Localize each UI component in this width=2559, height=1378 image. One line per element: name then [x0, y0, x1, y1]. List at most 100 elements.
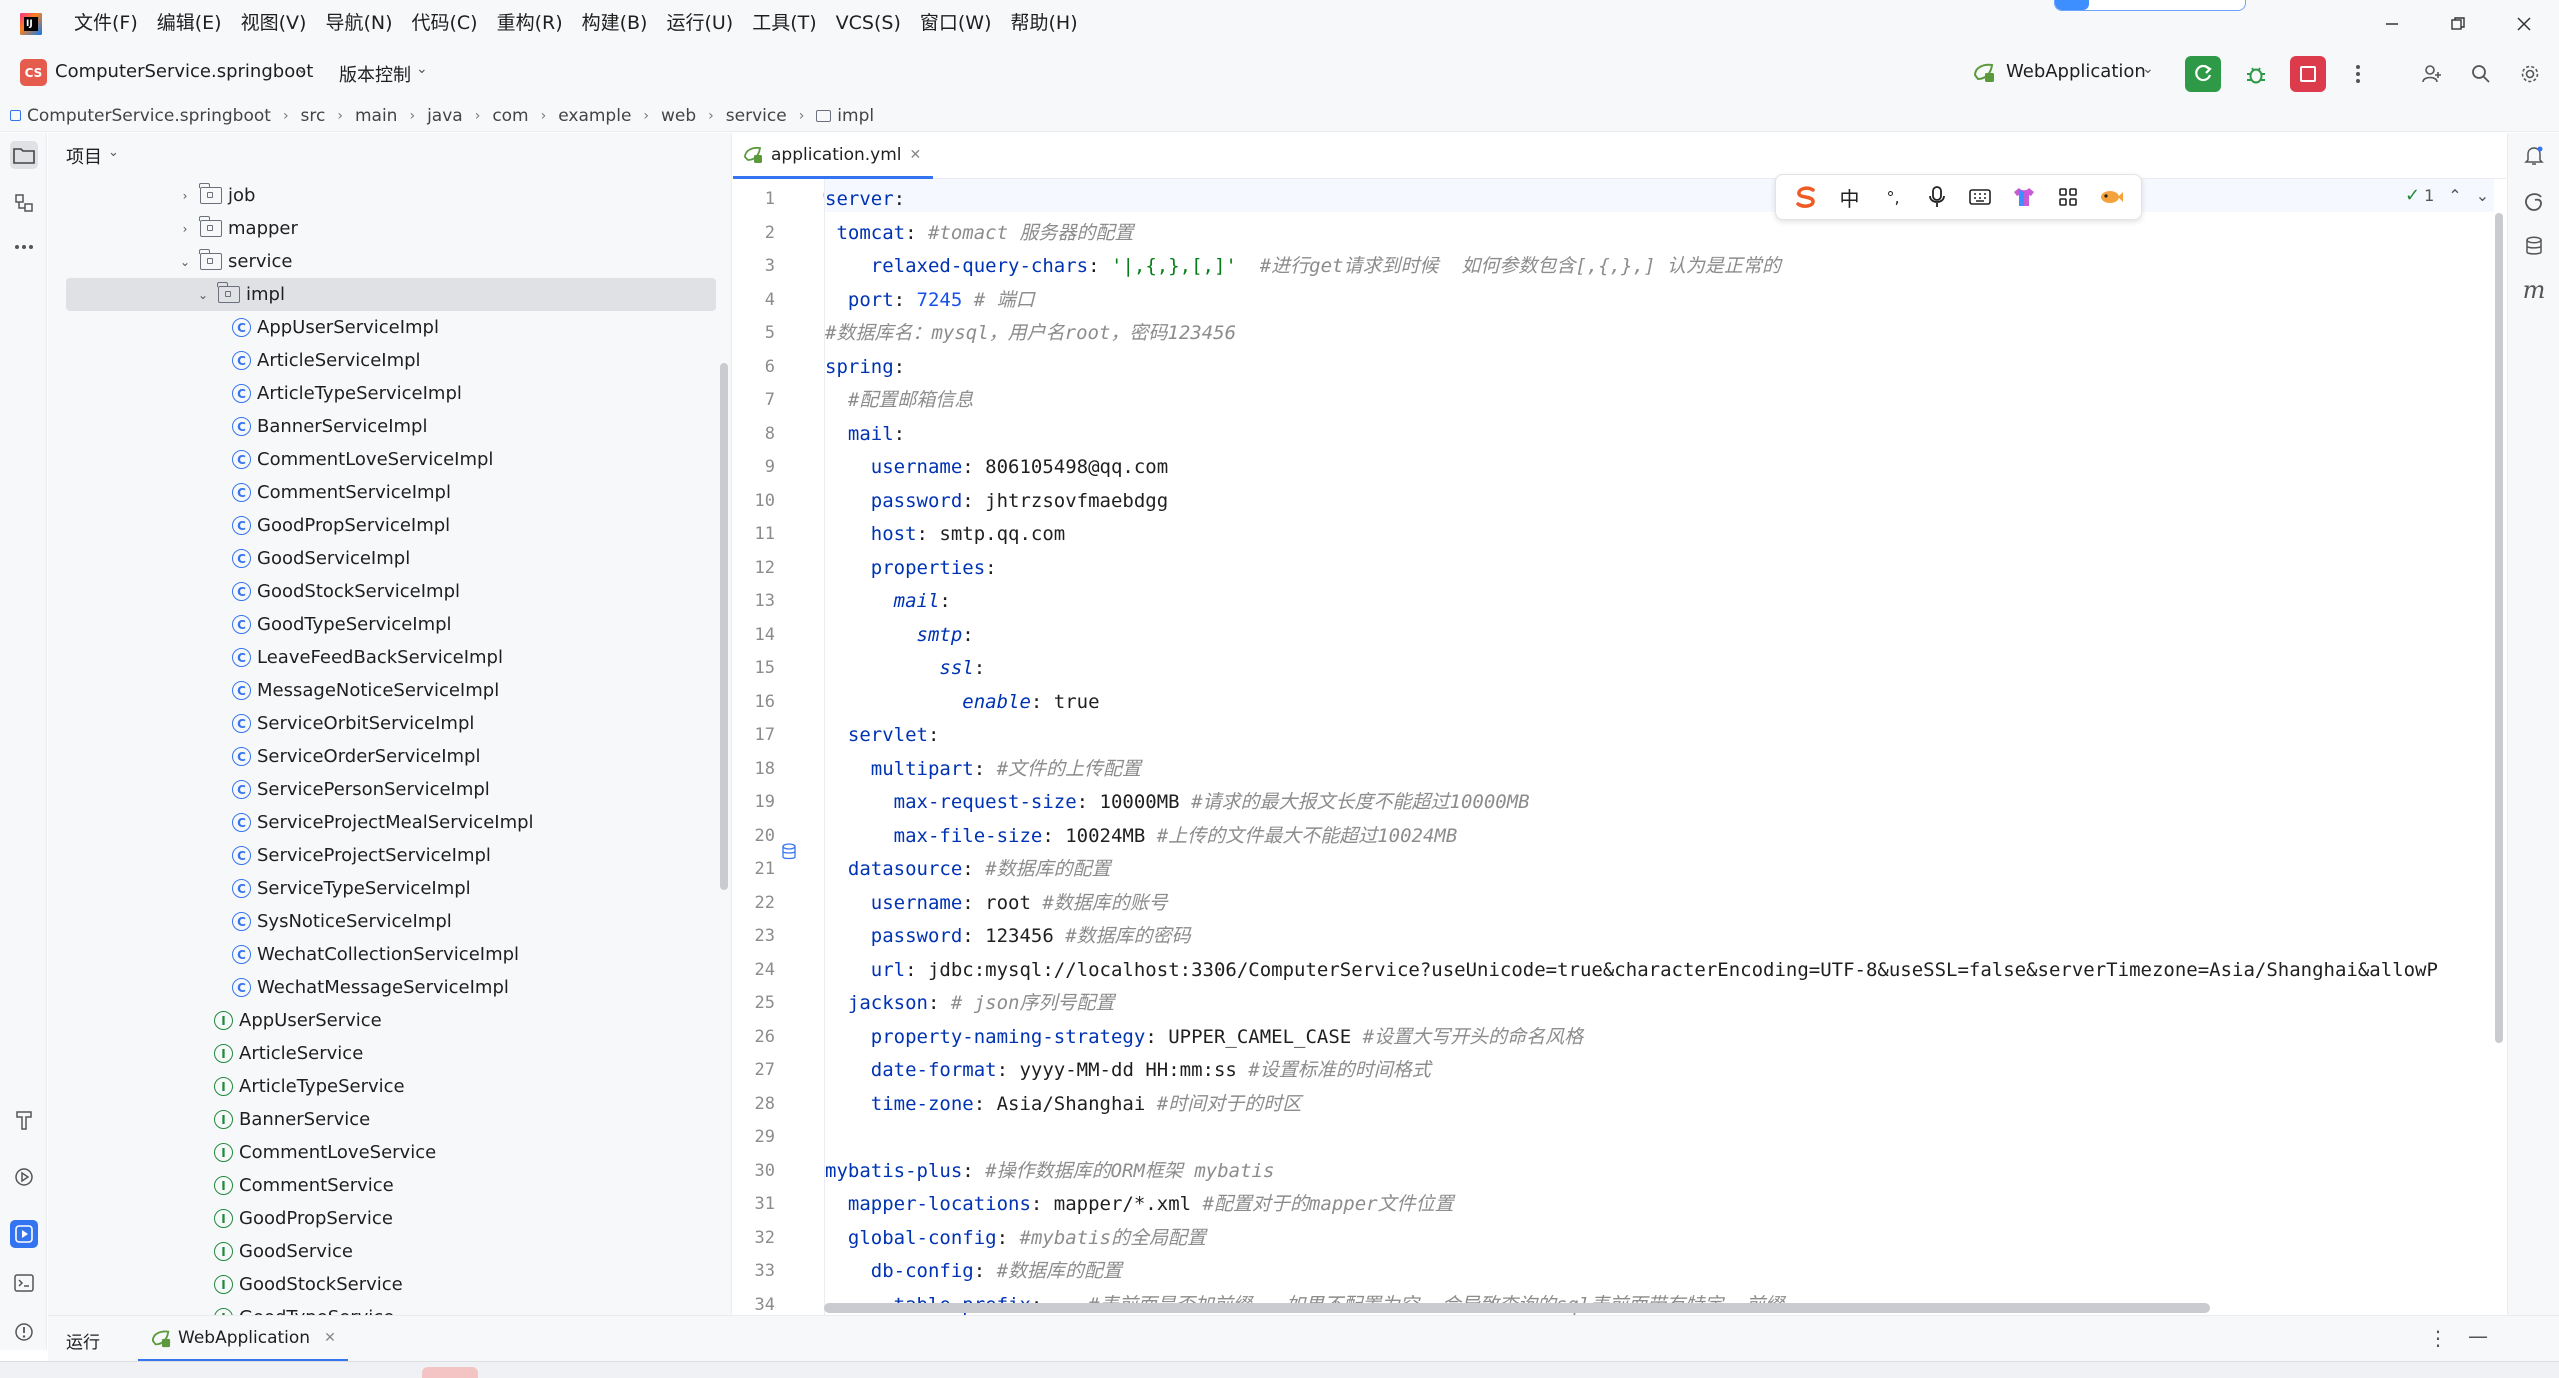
chevron-down-icon[interactable]: ⌄	[178, 255, 192, 269]
tree-item[interactable]: I GoodStockService	[48, 1268, 718, 1301]
tree-item[interactable]: I AppUserService	[48, 1004, 718, 1037]
maven-icon[interactable]: m	[2521, 276, 2547, 304]
inspection-widget[interactable]: ✓ 1 ⌃ ⌄	[2405, 185, 2489, 206]
tree-item[interactable]: C GoodTypeServiceImpl	[48, 608, 718, 641]
tree-item[interactable]: C ArticleServiceImpl	[48, 344, 718, 377]
chevron-up-icon[interactable]: ⌃	[2448, 186, 2461, 205]
microphone-icon[interactable]	[1922, 182, 1952, 212]
tree-item[interactable]: I GoodTypeService	[48, 1301, 718, 1315]
tree-item[interactable]: I CommentLoveService	[48, 1136, 718, 1169]
chevron-down-icon[interactable]: ⌄	[196, 288, 210, 302]
panel-scrollbar[interactable]	[720, 363, 728, 890]
search-icon[interactable]	[2463, 56, 2499, 92]
tree-item[interactable]: ⌄ service	[48, 245, 718, 278]
menu-item[interactable]: 文件(F)	[74, 0, 138, 47]
intellij-logo-icon[interactable]: IJ	[20, 12, 42, 35]
rerun-button[interactable]	[2185, 56, 2221, 92]
close-icon[interactable]: ✕	[910, 147, 922, 163]
sogou-logo-icon[interactable]	[1791, 182, 1821, 212]
tree-item[interactable]: C CommentServiceImpl	[48, 476, 718, 509]
notifications-bell-icon[interactable]	[2521, 143, 2547, 169]
tree-item[interactable]: › mapper	[48, 212, 718, 245]
project-badge[interactable]: CS	[20, 59, 47, 86]
tab-application-yml[interactable]: application.yml ✕	[733, 133, 934, 179]
breadcrumb-item[interactable]: ComputerService.springboot	[10, 106, 271, 126]
toolbox-grid-icon[interactable]	[2053, 182, 2083, 212]
tree-item[interactable]: C ServiceOrderServiceImpl	[48, 740, 718, 773]
chevron-right-icon[interactable]: ›	[178, 222, 192, 236]
menu-item[interactable]: 运行(U)	[666, 0, 733, 47]
ime-chinese-mode[interactable]: 中	[1834, 182, 1864, 212]
problems-icon[interactable]	[10, 1318, 38, 1346]
add-user-icon[interactable]	[2414, 56, 2450, 92]
chevron-down-icon[interactable]: ⌄	[108, 145, 119, 160]
chevron-down-icon[interactable]: ⌄	[416, 61, 428, 77]
tree-item[interactable]: I BannerService	[48, 1103, 718, 1136]
ime-punctuation-icon[interactable]: °,	[1878, 182, 1908, 212]
minimize-icon[interactable]	[2359, 0, 2425, 47]
chevron-right-icon[interactable]: ›	[178, 189, 192, 203]
more-tools-icon[interactable]	[10, 233, 38, 261]
menu-item[interactable]: 代码(C)	[411, 0, 477, 47]
stop-button[interactable]	[2290, 56, 2326, 92]
breadcrumb-item[interactable]: web	[661, 106, 696, 126]
menu-item[interactable]: 帮助(H)	[1011, 0, 1078, 47]
tree-item[interactable]: C ServiceProjectMealServiceImpl	[48, 806, 718, 839]
tree-item[interactable]: I GoodService	[48, 1235, 718, 1268]
breadcrumb-item[interactable]: impl	[816, 106, 874, 126]
gear-icon[interactable]	[2512, 56, 2548, 92]
tree-item[interactable]: C SysNoticeServiceImpl	[48, 905, 718, 938]
hide-panel-icon[interactable]: —	[2468, 1324, 2488, 1348]
ai-assistant-icon[interactable]	[2521, 189, 2547, 215]
tree-item[interactable]: C WechatCollectionServiceImpl	[48, 938, 718, 971]
project-folder-icon[interactable]	[10, 141, 38, 169]
breadcrumb-item[interactable]: java	[427, 106, 463, 126]
keyboard-icon[interactable]	[1965, 182, 1995, 212]
close-icon[interactable]: ✕	[324, 1330, 336, 1346]
vcs-menu[interactable]: 版本控制	[339, 61, 411, 87]
more-options-icon[interactable]: ⋮	[2428, 1326, 2448, 1350]
horizontal-scrollbar[interactable]	[824, 1303, 2210, 1313]
tree-item[interactable]: C ServiceTypeServiceImpl	[48, 872, 718, 905]
run-tool-icon[interactable]	[10, 1220, 38, 1248]
menu-item[interactable]: 视图(V)	[241, 0, 307, 47]
chevron-down-icon[interactable]: ⌄	[296, 61, 308, 77]
project-selector[interactable]: ComputerService.springboot	[55, 61, 313, 82]
menu-item[interactable]: 构建(B)	[582, 0, 648, 47]
panel-title[interactable]: 项目	[66, 143, 102, 169]
menu-item[interactable]: 重构(R)	[497, 0, 563, 47]
tree-item[interactable]: C CommentLoveServiceImpl	[48, 443, 718, 476]
menu-item[interactable]: 工具(T)	[752, 0, 816, 47]
services-icon[interactable]	[10, 1163, 38, 1191]
tree-item[interactable]: C GoodStockServiceImpl	[48, 575, 718, 608]
tree-item[interactable]: C MessageNoticeServiceImpl	[48, 674, 718, 707]
chevron-down-icon[interactable]: ⌄	[2476, 186, 2489, 205]
menu-item[interactable]: 编辑(E)	[157, 0, 222, 47]
more-actions-icon[interactable]	[2340, 56, 2376, 92]
database-gutter-icon[interactable]	[781, 843, 797, 861]
tree-item[interactable]: I ArticleTypeService	[48, 1070, 718, 1103]
tree-item[interactable]: C ServicePersonServiceImpl	[48, 773, 718, 806]
tab-webapplication[interactable]: WebApplication ✕	[138, 1316, 348, 1362]
close-icon[interactable]	[2491, 0, 2557, 47]
tree-item[interactable]: C GoodServiceImpl	[48, 542, 718, 575]
tree-item[interactable]: I CommentService	[48, 1169, 718, 1202]
tree-item[interactable]: I ArticleService	[48, 1037, 718, 1070]
menu-item[interactable]: VCS(S)	[836, 0, 901, 47]
database-icon[interactable]	[2521, 233, 2547, 259]
run-config-selector[interactable]: WebApplication	[2006, 61, 2146, 82]
terminal-icon[interactable]	[10, 1269, 38, 1297]
tree-item[interactable]: C ArticleTypeServiceImpl	[48, 377, 718, 410]
breadcrumb-item[interactable]: com	[492, 106, 528, 126]
breadcrumb-item[interactable]: service	[726, 106, 787, 126]
tree-item[interactable]: I GoodPropService	[48, 1202, 718, 1235]
breadcrumb-item[interactable]: example	[558, 106, 631, 126]
fish-mascot-icon[interactable]	[2096, 182, 2126, 212]
tree-item[interactable]: › job	[48, 179, 718, 212]
skin-shirt-icon[interactable]	[2009, 182, 2039, 212]
tree-item[interactable]: C BannerServiceImpl	[48, 410, 718, 443]
tree-item[interactable]: C WechatMessageServiceImpl	[48, 971, 718, 1004]
tree-item[interactable]: C GoodPropServiceImpl	[48, 509, 718, 542]
vertical-scrollbar[interactable]	[2495, 213, 2503, 1043]
tree-item[interactable]: C ServiceProjectServiceImpl	[48, 839, 718, 872]
